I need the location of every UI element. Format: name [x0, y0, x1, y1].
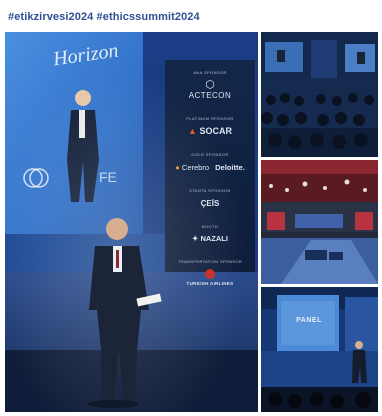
sponsor-section-title: TRANSPORTATION SPONSOR [178, 259, 242, 264]
photo-speaker-on-stage[interactable]: FE Horizon ANA SPONSOR ⬡ [5, 32, 258, 412]
sponsor-banner: ANA SPONSOR ⬡ ACTECON PLATINUM SPONSOR ▲… [165, 68, 255, 342]
sponsor-section-title: ANA SPONSOR [193, 70, 227, 75]
sponsor-section: PLATINUM SPONSOR ▲ SOCAR [165, 116, 255, 136]
cerebro-icon: ● [175, 163, 180, 172]
sponsor-section: ANA SPONSOR ⬡ ACTECON [165, 70, 255, 100]
sponsor-section-title: PLATINUM SPONSOR [186, 116, 234, 121]
turkish-airlines-logo-icon [205, 269, 215, 279]
sponsor-logo-cerebro: Cerebro [181, 163, 210, 172]
sponsor-section: GOLD SPONSOR ● Cerebro Deloitte. [165, 152, 255, 172]
photo-collage: FE Horizon ANA SPONSOR ⬡ [5, 32, 378, 412]
sponsor-section: STANTA SPONSOR ÇEİS [165, 188, 255, 208]
photo-speaker-screen[interactable]: PANEL [261, 287, 378, 412]
hashtag-ethicssummit2024[interactable]: #ethicssummit2024 [97, 11, 200, 23]
hashtag-etikzirvesi2024[interactable]: #etikzirvesi2024 [8, 11, 93, 23]
sponsor-section-title: STANTA SPONSOR [189, 188, 231, 193]
photo-stage-lighting[interactable] [261, 160, 378, 284]
sponsor-logo-nazali: ✦ NAZALI [192, 234, 228, 243]
sponsor-section: BOOTH ✦ NAZALI [165, 224, 255, 243]
nazali-star-icon: ✦ [192, 234, 199, 243]
socar-flame-icon: ▲ [188, 126, 197, 136]
sponsor-section-title: BOOTH [201, 224, 219, 229]
post-caption: #etikzirvesi2024 #ethicssummit2024 [8, 11, 200, 23]
social-post: #etikzirvesi2024 #ethicssummit2024 Horiz… [0, 0, 382, 416]
sponsor-logo-turkish-airlines: TURKISH AIRLINES [186, 281, 234, 286]
sponsor-logo-ceis: ÇEİS [200, 199, 220, 208]
sponsor-logo-socar: ▲ SOCAR [188, 126, 232, 136]
photo-conference-hall[interactable] [261, 32, 378, 157]
sponsor-logo-deloitte: Deloitte. [215, 163, 245, 172]
screen-text: PANEL [296, 317, 322, 324]
sponsor-section-title: GOLD SPONSOR [191, 152, 229, 157]
sponsor-logo-actecon: ACTECON [188, 91, 232, 100]
actecon-logo: ⬡ [205, 79, 215, 91]
sponsor-section: TRANSPORTATION SPONSOR TURKISH AIRLINES [165, 259, 255, 286]
